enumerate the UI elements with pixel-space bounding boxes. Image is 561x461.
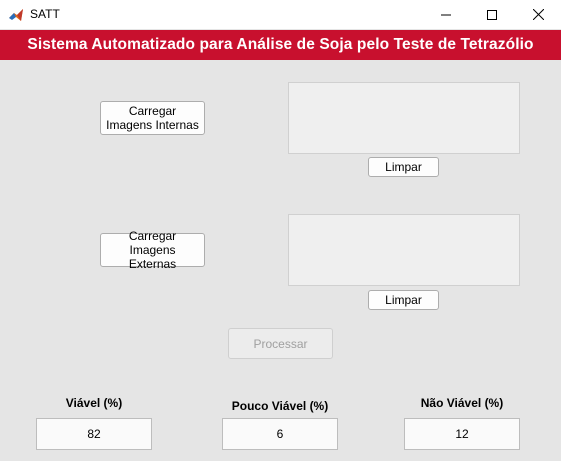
viable-label: Viável (%)	[65, 396, 123, 410]
close-button[interactable]	[515, 0, 561, 29]
minimize-icon	[441, 14, 451, 15]
window-title: SATT	[30, 7, 60, 21]
minimize-button[interactable]	[423, 0, 469, 29]
maximize-icon	[487, 9, 497, 20]
internal-image-preview	[288, 82, 520, 154]
load-internal-images-button[interactable]: Carregar Imagens Internas	[100, 101, 205, 135]
app-banner-title: Sistema Automatizado para Análise de Soj…	[0, 30, 561, 60]
low-viable-label: Pouco Viável (%)	[231, 399, 329, 413]
low-viable-value-field[interactable]: 6	[222, 418, 338, 450]
viable-value-field[interactable]: 82	[36, 418, 152, 450]
not-viable-value-field[interactable]: 12	[404, 418, 520, 450]
external-image-preview	[288, 214, 520, 286]
not-viable-label: Não Viável (%)	[420, 396, 504, 410]
clear-external-button[interactable]: Limpar	[368, 290, 439, 310]
process-button[interactable]: Processar	[228, 328, 333, 359]
load-external-images-button[interactable]: Carregar Imagens Externas	[100, 229, 205, 271]
maximize-button[interactable]	[469, 0, 515, 29]
close-icon	[532, 9, 544, 20]
title-bar[interactable]: SATT	[0, 0, 561, 29]
matlab-app-icon	[9, 9, 23, 21]
clear-internal-button[interactable]: Limpar	[368, 157, 439, 177]
